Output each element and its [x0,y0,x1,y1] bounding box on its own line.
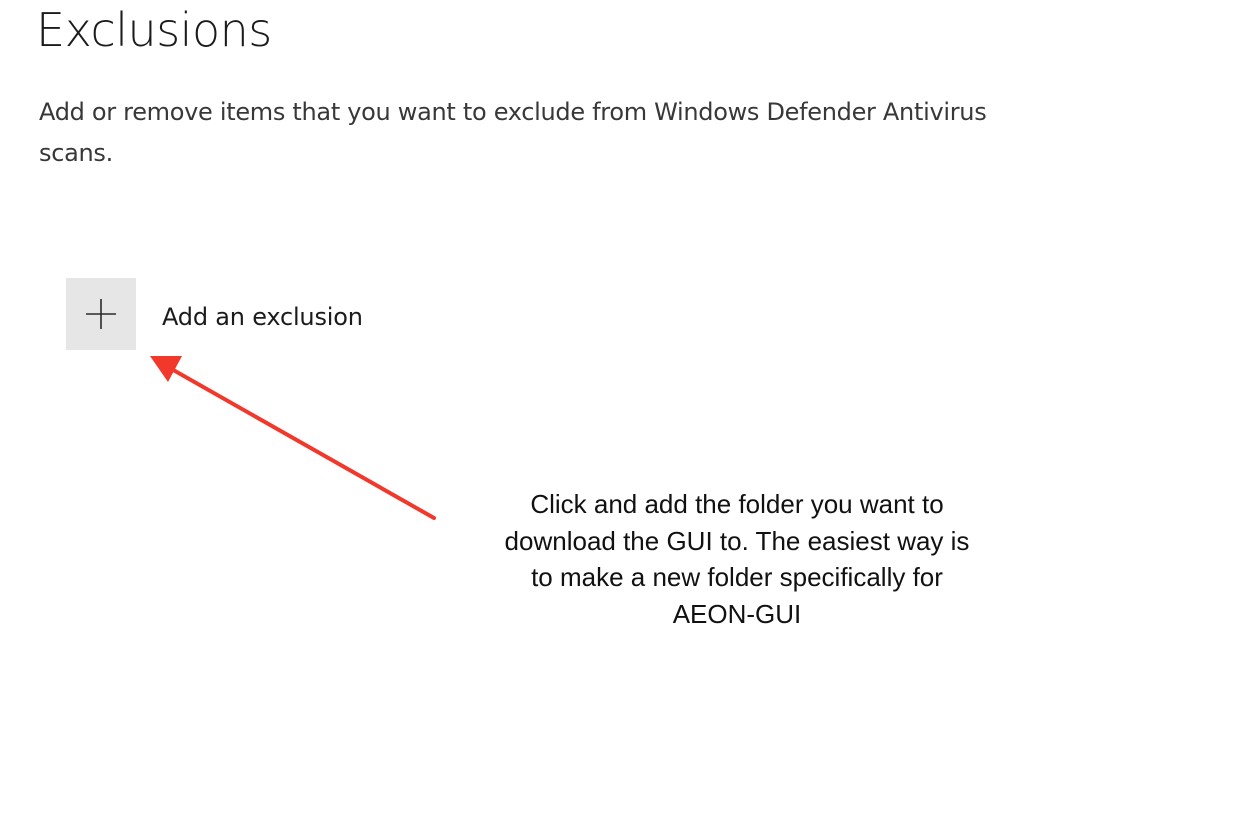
page-title: Exclusions [36,3,272,57]
annotation-arrow-line [166,365,436,520]
add-exclusion-label[interactable]: Add an exclusion [162,303,363,331]
add-exclusion-tile[interactable] [66,278,136,350]
annotation-arrowhead [150,356,182,382]
add-exclusion-button[interactable]: Add an exclusion [66,278,363,350]
page-description: Add or remove items that you want to exc… [39,98,987,167]
plus-icon [84,297,118,331]
annotation-text: Click and add the folder you want to dow… [504,489,970,629]
